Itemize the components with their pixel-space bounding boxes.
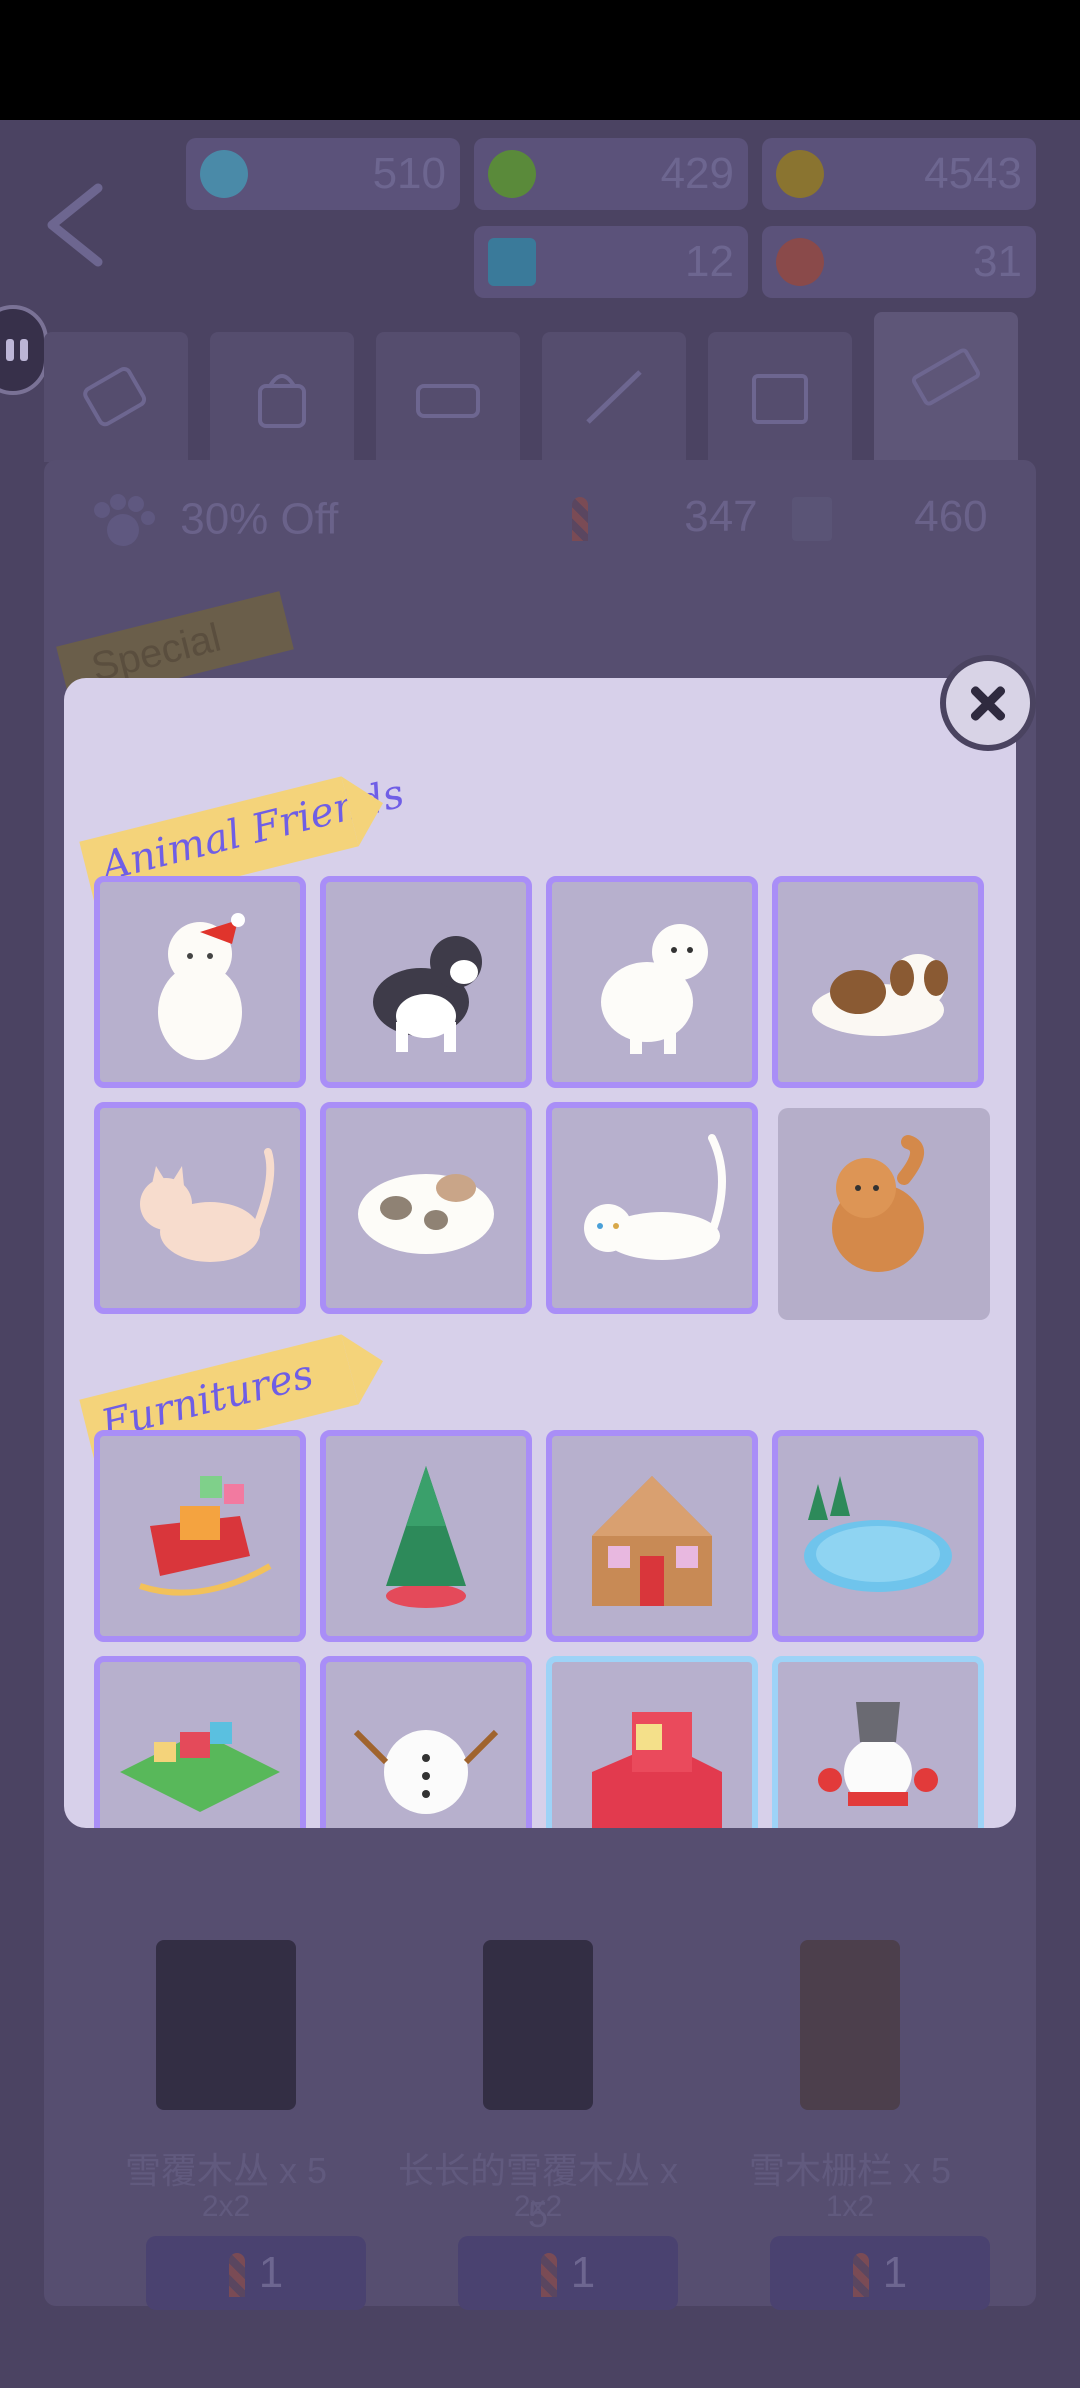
item-size: 1x2 [825, 2190, 875, 2223]
bag-icon [258, 374, 306, 428]
price-button[interactable]: 1 [458, 2236, 678, 2310]
husky-icon [373, 936, 482, 1052]
item-image [483, 1940, 593, 2110]
currency-ticket: 12 [474, 226, 748, 298]
item-size: 2x2 [513, 2190, 563, 2223]
store-icon [752, 374, 808, 424]
ice-rink-icon [804, 1476, 952, 1592]
currency-coin: 4543 [762, 138, 1036, 210]
currency-value: 429 [660, 149, 734, 198]
currency-r: 510 [186, 138, 460, 210]
section-title-animal-friends: Animal Friends [96, 770, 409, 891]
clover-icon [488, 150, 536, 198]
sofa-icon [416, 384, 480, 418]
candy-cane-icon [572, 497, 588, 542]
tile-snowman-bucket-hat[interactable] [772, 1656, 984, 1828]
tile-christmas-tree[interactable] [320, 1430, 532, 1642]
tab-tag[interactable] [44, 332, 188, 462]
shih-tzu-icon [812, 954, 948, 1036]
tab-bag[interactable] [210, 332, 354, 462]
gift-garden-icon [120, 1722, 280, 1812]
item-image [156, 1940, 296, 2110]
tag-icon [83, 367, 147, 427]
candy-cane-icon [540, 2253, 557, 2298]
snowman-icon [818, 1702, 938, 1806]
back-button[interactable] [38, 180, 118, 267]
tile-pomeranian-dog[interactable] [778, 1108, 990, 1320]
paw-icon [94, 494, 155, 546]
shop-item[interactable]: 雪覆木丛 x 5 2x2 1 [76, 1880, 376, 2310]
price-button[interactable]: 1 [770, 2236, 990, 2310]
sleigh-icon [139, 1476, 272, 1596]
samoyed-icon [601, 924, 708, 1054]
candy-cane-count: 347 [572, 492, 758, 542]
heart-icon [776, 238, 824, 286]
tile-gift-garden[interactable] [94, 1656, 306, 1828]
close-button[interactable] [940, 655, 1036, 751]
tile-white-cat-lying[interactable] [546, 1102, 758, 1314]
tile-shih-tzu-dog[interactable] [772, 876, 984, 1088]
currency-value: 4543 [924, 149, 1022, 198]
candy-cane-icon [228, 2253, 245, 2298]
discount-text: 30% Off [180, 494, 339, 544]
price-value: 1 [258, 2248, 284, 2297]
price-value: 1 [882, 2248, 908, 2297]
ticket-icon [488, 238, 536, 286]
coin-icon [776, 150, 824, 198]
candy-cane-icon [852, 2253, 869, 2298]
currency-value: 510 [372, 149, 446, 198]
r-coin-icon [200, 150, 248, 198]
tab-shop[interactable] [708, 332, 852, 462]
wand-icon [586, 370, 642, 424]
tile-red-sleigh[interactable] [94, 1430, 306, 1642]
item-size: 2x2 [201, 2190, 251, 2223]
tab-ticket[interactable] [874, 312, 1018, 462]
tile-gingerbread-house[interactable] [546, 1430, 758, 1642]
tile-ice-rink[interactable] [772, 1430, 984, 1642]
tile-samoyed-dog[interactable] [546, 876, 758, 1088]
tile-red-armchair[interactable] [546, 1656, 758, 1828]
discount-label: 30% Off [88, 492, 338, 552]
pomeranian-icon [832, 1135, 924, 1272]
currency-value: 12 [685, 237, 734, 286]
candy-cane-value: 347 [684, 492, 758, 541]
price-button[interactable]: 1 [146, 2236, 366, 2310]
white-cat-lying-icon [584, 1134, 726, 1260]
snowman-body-icon [353, 1729, 499, 1814]
tab-wand[interactable] [542, 332, 686, 462]
item-label: 雪木栅栏 x 5 [748, 2150, 952, 2191]
tab-sofa[interactable] [376, 332, 520, 462]
currency-value: 31 [973, 237, 1022, 286]
tile-white-cat-santa-hat[interactable] [94, 876, 306, 1088]
tile-calico-cat[interactable] [320, 1102, 532, 1314]
special-box-contents-modal: Animal Friends Furnitures [64, 678, 1016, 1828]
tile-husky-dog[interactable] [320, 876, 532, 1088]
tile-snowman-body[interactable] [320, 1656, 532, 1828]
christmas-tree-icon [386, 1466, 466, 1608]
item-label: 雪覆木丛 x 5 [124, 2150, 328, 2191]
status-bar [0, 0, 1080, 120]
item-image [800, 1940, 900, 2110]
tile-peach-cat[interactable] [94, 1102, 306, 1314]
shop-item[interactable]: 长长的雪覆木丛 x 5 2x2 1 [388, 1880, 688, 2310]
calico-cat-icon [358, 1174, 494, 1254]
chevron-left-icon [47, 183, 103, 267]
ticket-value: 460 [914, 492, 988, 541]
white-cat-icon [158, 913, 245, 1060]
armchair-icon [592, 1712, 722, 1828]
peach-cat-icon [140, 1148, 275, 1262]
currency-clover: 429 [474, 138, 748, 210]
price-value: 1 [570, 2248, 596, 2297]
currency-heart: 31 [762, 226, 1036, 298]
ticket-count: 460 [792, 492, 988, 542]
ticket-stack-icon [792, 497, 832, 542]
ticket-tab-icon [911, 348, 981, 406]
shop-item[interactable]: 雪木栅栏 x 5 1x2 1 [700, 1880, 1000, 2310]
gingerbread-house-icon [592, 1476, 712, 1606]
